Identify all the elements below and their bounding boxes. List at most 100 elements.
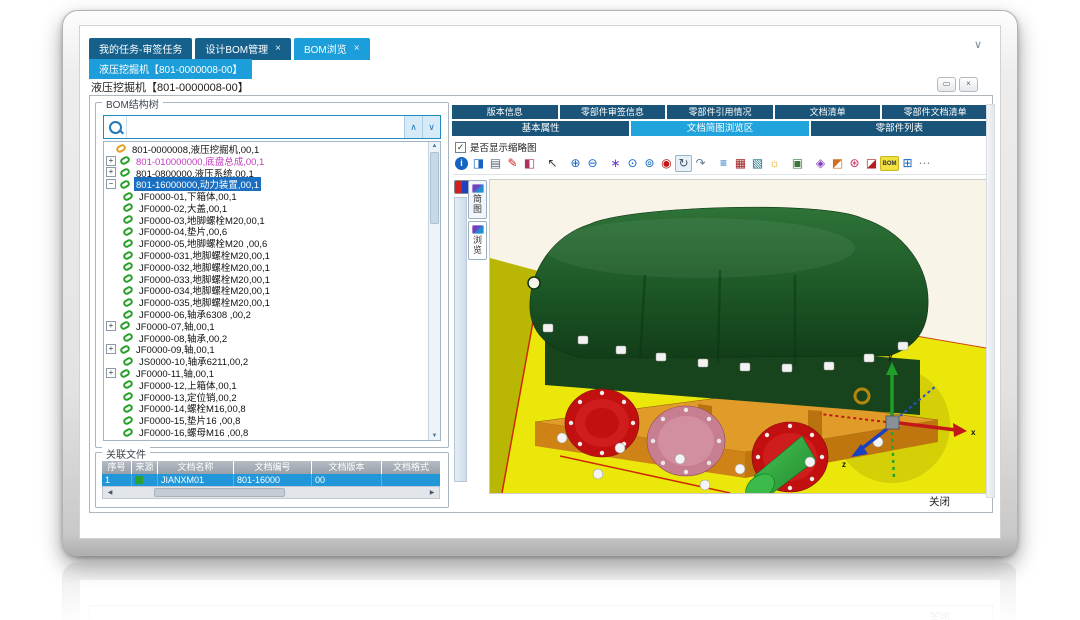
section-table-icon[interactable]: ▦ <box>732 155 749 172</box>
measure-icon[interactable]: ◪ <box>863 155 880 172</box>
fit-view-icon[interactable]: ∗ <box>607 155 624 172</box>
restore-button[interactable]: ▭ <box>937 77 956 92</box>
link-icon <box>122 261 134 272</box>
scroll-down-icon[interactable]: ▼ <box>429 433 440 439</box>
layers-icon[interactable]: ≡ <box>715 155 732 172</box>
window-content: 我的任务-审签任务设计BOM管理×BOM浏览× ∨ 液压挖掘机【801-0000… <box>79 25 1001 539</box>
expand-icon[interactable]: + <box>106 368 116 378</box>
tree-search-bar: ∧ ∨ <box>103 115 441 139</box>
window-tab[interactable]: 我的任务-审签任务 <box>89 38 192 60</box>
scroll-up-icon[interactable]: ▲ <box>429 143 440 149</box>
collapse-icon[interactable]: − <box>106 179 116 189</box>
viewer-side-tabs: 简图浏览 <box>468 180 487 260</box>
doc-preview-icon[interactable]: ◨ <box>470 155 487 172</box>
camera-icon <box>472 225 484 234</box>
rotate-target-icon[interactable]: ◉ <box>658 155 675 172</box>
table-header-row: 序号来源文档名称文档编号文档版本文档格式 <box>102 461 440 474</box>
bom-tree-group: BOM结构树 ∧ ∨ 801-0000008,液压挖掘机,00,1+801-01… <box>95 102 449 448</box>
window-tab-label: BOM浏览 <box>304 41 347 56</box>
link-icon <box>122 415 134 426</box>
thumbnail-checkbox-row: ✓ 是否显示缩略图 <box>455 140 537 154</box>
thumbnail-checkbox[interactable]: ✓ <box>455 142 466 153</box>
search-button[interactable] <box>104 116 127 138</box>
related-files-group: 关联文件 序号来源文档名称文档编号文档版本文档格式 1JIANXM01801-1… <box>95 452 449 508</box>
hscroll-thumb[interactable] <box>154 488 285 497</box>
render-mode-icon[interactable]: ▧ <box>749 155 766 172</box>
zoom-out-icon[interactable]: ⊖ <box>584 155 601 172</box>
snapshot-icon[interactable]: ▣ <box>789 155 806 172</box>
edit-pen-icon[interactable]: ✎ <box>504 155 521 172</box>
tab-零部件文档清单[interactable]: 零部件文档清单 <box>882 105 988 119</box>
window-tab[interactable]: 设计BOM管理× <box>195 38 291 60</box>
collapsed-splitter[interactable] <box>454 197 467 482</box>
table-hscrollbar[interactable]: ◀ ▶ <box>102 486 440 499</box>
search-next-button[interactable]: ∨ <box>422 116 440 138</box>
link-icon <box>122 214 134 225</box>
markup-brush-icon[interactable]: ◧ <box>521 155 538 172</box>
screen-view-icon[interactable]: ⊞ <box>899 155 916 172</box>
tree-item[interactable]: JF0000-16,螺母M16 ,00,8 <box>104 426 429 438</box>
table-header-cell: 文档版本 <box>312 461 382 474</box>
tab-零部件列表[interactable]: 零部件列表 <box>811 121 988 136</box>
close-button[interactable]: × <box>959 77 978 92</box>
expand-icon[interactable]: + <box>106 167 116 177</box>
tab-零部件审签信息[interactable]: 零部件审签信息 <box>560 105 666 119</box>
tab-文档清单[interactable]: 文档清单 <box>775 105 881 119</box>
link-icon <box>122 226 134 237</box>
panel-right-strip <box>986 104 995 498</box>
bom-icon[interactable]: BOM <box>880 156 899 171</box>
search-prev-button[interactable]: ∧ <box>404 116 422 138</box>
tab-close-icon[interactable]: × <box>354 45 360 53</box>
light-icon[interactable]: ☼ <box>766 155 783 172</box>
camera-icon <box>472 184 484 193</box>
expand-icon[interactable]: + <box>106 344 116 354</box>
tree-scrollbar[interactable]: ▲ ▼ <box>428 142 440 440</box>
bom-tree: 801-0000008,液压挖掘机,00,1+801-010000000,底盘总… <box>103 141 441 441</box>
link-icon <box>122 250 134 261</box>
tab-版本信息[interactable]: 版本信息 <box>452 105 558 119</box>
svg-text:x: x <box>971 428 976 437</box>
expand-icon[interactable]: + <box>106 321 116 331</box>
expand-icon[interactable]: + <box>106 156 116 166</box>
table-row[interactable]: 1JIANXM01801-1600000 <box>102 474 440 486</box>
link-icon <box>122 426 134 437</box>
model-viewport[interactable]: y x z <box>489 179 987 494</box>
side-tab-简图[interactable]: 简图 <box>468 180 487 219</box>
more-tools-icon[interactable]: ⋯ <box>916 155 933 172</box>
search-input[interactable] <box>127 116 404 138</box>
link-icon <box>122 379 134 390</box>
scrollbar-thumb[interactable] <box>430 152 439 224</box>
info-icon[interactable]: i <box>455 157 468 170</box>
annotate-icon[interactable]: ◩ <box>829 155 846 172</box>
scroll-right-icon[interactable]: ▶ <box>425 489 439 496</box>
tab-基本属性[interactable]: 基本属性 <box>452 121 629 136</box>
chevron-down-icon[interactable]: ∨ <box>974 38 982 51</box>
rotate-view-icon[interactable]: ↻ <box>675 155 692 172</box>
table-header-cell: 序号 <box>102 461 132 474</box>
document-tab[interactable]: 液压挖掘机【801-0000008-00】 <box>89 59 252 79</box>
tab-close-icon[interactable]: × <box>275 45 281 53</box>
link-icon <box>122 356 134 367</box>
link-icon <box>122 202 134 213</box>
hscroll-track[interactable] <box>117 487 425 498</box>
table-body: 1JIANXM01801-1600000 <box>102 474 440 486</box>
scroll-left-icon[interactable]: ◀ <box>103 489 117 496</box>
tab-零部件引用情况[interactable]: 零部件引用情况 <box>667 105 773 119</box>
tab-文档简图浏览区[interactable]: 文档简图浏览区 <box>631 121 808 136</box>
zoom-in-icon[interactable]: ⊕ <box>567 155 584 172</box>
dynamic-zoom-icon[interactable]: ⊚ <box>641 155 658 172</box>
bom-tree-group-label: BOM结构树 <box>102 96 163 111</box>
side-tab-浏览[interactable]: 浏览 <box>468 221 487 260</box>
zoom-window-icon[interactable]: ⊙ <box>624 155 641 172</box>
desktop: 我的任务-审签任务设计BOM管理×BOM浏览× ∨ 液压挖掘机【801-0000… <box>0 0 1080 620</box>
print-icon[interactable]: ▤ <box>487 155 504 172</box>
compare-icon[interactable]: ⊛ <box>846 155 863 172</box>
link-icon <box>122 297 134 308</box>
pan-icon[interactable]: ↷ <box>692 155 709 172</box>
close-link[interactable]: 关闭 <box>929 494 950 509</box>
link-icon <box>122 285 134 296</box>
document-icon <box>135 476 143 484</box>
select-cursor-icon[interactable]: ↖ <box>544 155 561 172</box>
window-tab[interactable]: BOM浏览 × <box>294 38 370 60</box>
explode-icon[interactable]: ◈ <box>812 155 829 172</box>
